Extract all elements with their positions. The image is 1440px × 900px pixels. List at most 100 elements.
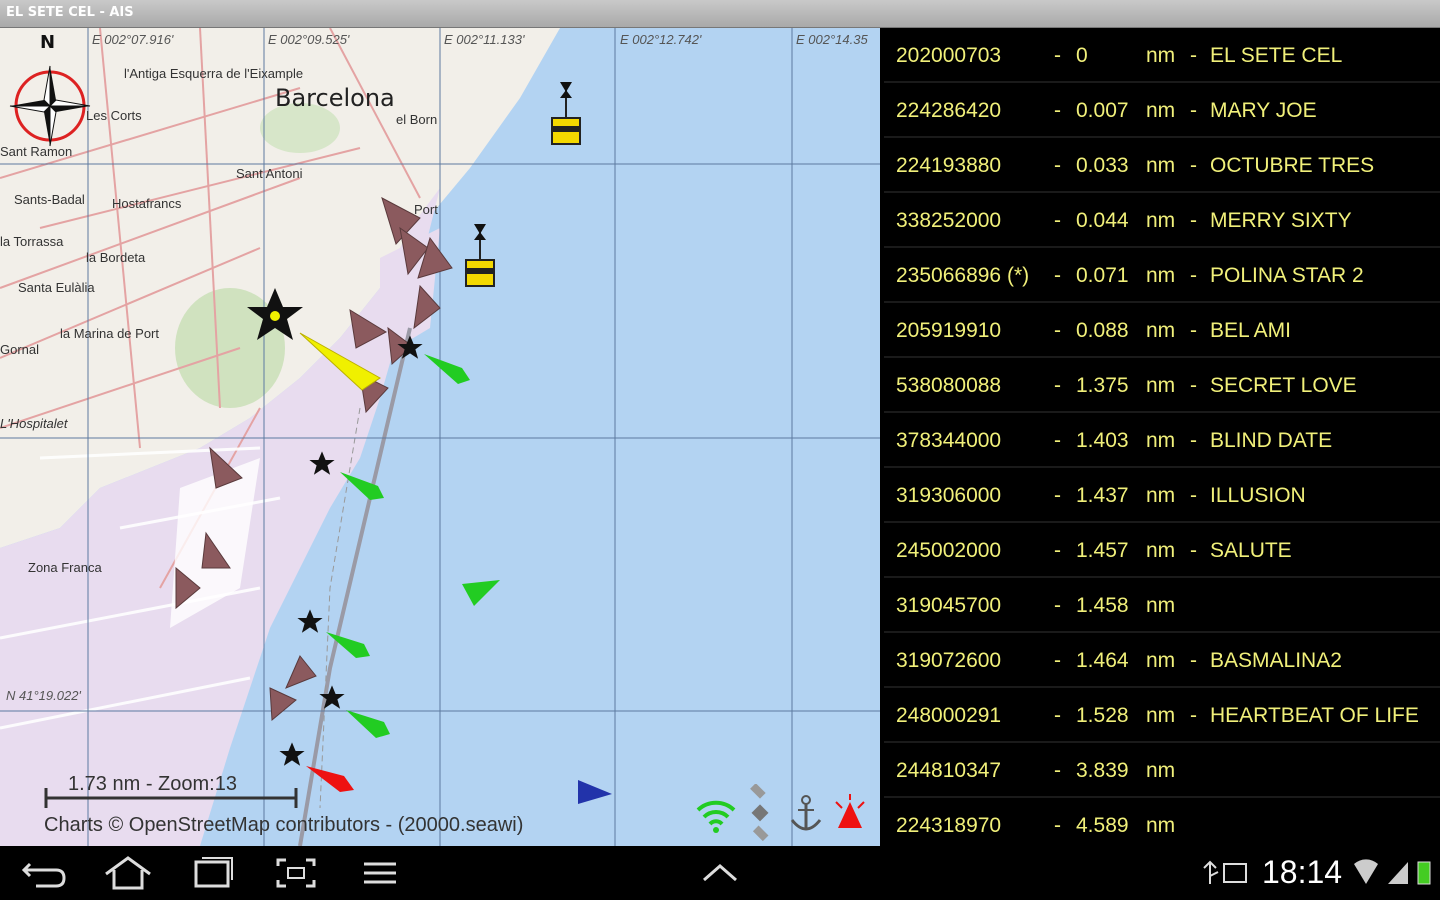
separator: - <box>1054 429 1061 452</box>
ais-target-row[interactable]: 248000291-1.528 nm - HEARTBEAT OF LIFE <box>884 688 1440 743</box>
mmsi-value: 248000291 <box>896 704 1002 727</box>
window-title: EL SETE CEL - AIS <box>0 0 1440 28</box>
ais-target-row[interactable]: 538080088-1.375 nm - SECRET LOVE <box>884 358 1440 413</box>
distance-unit: nm <box>1146 44 1176 67</box>
distance-unit: nm <box>1146 704 1176 727</box>
distance-value: 1.464 <box>1076 649 1129 672</box>
distance-unit: nm <box>1146 99 1176 122</box>
screenshot-icon[interactable] <box>268 854 324 892</box>
mmsi-value: 224318970 <box>896 814 1002 837</box>
distance-unit: nm <box>1146 814 1176 837</box>
place-label: la Bordeta <box>86 250 146 265</box>
anchor-icon[interactable] <box>790 795 822 831</box>
vessel-name: BASMALINA2 <box>1210 649 1342 672</box>
place-label: Sant Antoni <box>236 166 303 181</box>
separator: - <box>1054 649 1061 672</box>
ais-target-row[interactable]: 245002000-1.457 nm - SALUTE <box>884 523 1440 578</box>
distance-unit: nm <box>1146 594 1176 617</box>
place-label: Barcelona <box>275 84 395 112</box>
distance-value: 0.033 <box>1076 154 1129 177</box>
longitude-label: E 002°09.525' <box>268 32 350 47</box>
place-label: Zona Franca <box>28 560 102 575</box>
place-label: Santa Eulàlia <box>18 280 95 295</box>
vessel-name: EL SETE CEL <box>1210 44 1343 67</box>
usb-icon <box>1203 860 1247 884</box>
separator: - <box>1190 539 1197 562</box>
mmsi-value: 245002000 <box>896 539 1002 562</box>
ais-target-row[interactable]: 319306000-1.437 nm - ILLUSION <box>884 468 1440 523</box>
place-label: Gornal <box>0 342 40 357</box>
vessel-name: BLIND DATE <box>1210 429 1333 452</box>
signal-battery-icon <box>1354 859 1431 885</box>
satellite-icon[interactable] <box>750 784 769 842</box>
separator: - <box>1190 264 1197 287</box>
distance-unit: nm <box>1146 319 1176 342</box>
alarm-icon[interactable] <box>835 794 865 828</box>
back-icon[interactable] <box>16 854 72 892</box>
home-icon[interactable] <box>100 854 156 892</box>
ais-target-row[interactable]: 205919910-0.088 nm - BEL AMI <box>884 303 1440 358</box>
recent-apps-icon[interactable] <box>184 854 240 892</box>
distance-value: 1.375 <box>1076 374 1129 397</box>
vessel-name: POLINA STAR 2 <box>1210 264 1364 287</box>
ais-target-row[interactable]: 319045700 -1.458 nm <box>884 578 1440 633</box>
wifi-icon[interactable] <box>696 800 736 833</box>
mmsi-value: 235066896 (*) <box>896 264 1030 287</box>
place-label: Sant Ramon <box>0 144 73 159</box>
separator: - <box>1190 44 1197 67</box>
mmsi-value: 202000703 <box>896 44 1002 67</box>
ais-target-row[interactable]: 235066896 (*) -0.071 nm - POLINA STAR 2 <box>884 248 1440 303</box>
map-credits: Charts © OpenStreetMap contributors - (2… <box>44 814 524 836</box>
vessel-name: MARY JOE <box>1210 99 1317 122</box>
distance-value: 4.589 <box>1076 814 1129 837</box>
map-canvas <box>0 28 880 846</box>
distance-unit: nm <box>1146 539 1176 562</box>
map-toolbar <box>696 784 865 842</box>
distance-value: 0.071 <box>1076 264 1129 287</box>
mmsi-value: 338252000 <box>896 209 1002 232</box>
distance-value: 0.044 <box>1076 209 1129 232</box>
separator: - <box>1054 594 1061 617</box>
distance-value: 3.839 <box>1076 759 1129 782</box>
place-label: Les Corts <box>86 108 142 123</box>
ais-target-row[interactable]: 338252000-0.044 nm - MERRY SIXTY <box>884 193 1440 248</box>
ais-target-row[interactable]: 224193880-0.033 nm - OCTUBRE TRES <box>884 138 1440 193</box>
separator: - <box>1054 99 1061 122</box>
separator: - <box>1190 99 1197 122</box>
distance-unit: nm <box>1146 759 1176 782</box>
ais-target-row[interactable]: 224286420-0.007 nm - MARY JOE <box>884 83 1440 138</box>
distance-value: 1.437 <box>1076 484 1129 507</box>
distance-value: 1.458 <box>1076 594 1129 617</box>
distance-unit: nm <box>1146 154 1176 177</box>
separator: - <box>1054 374 1061 397</box>
ais-target-row[interactable]: 378344000-1.403 nm - BLIND DATE <box>884 413 1440 468</box>
longitude-label: E 002°14.35 <box>796 32 868 47</box>
menu-icon[interactable] <box>352 854 408 892</box>
ais-target-row[interactable]: 224318970 -4.589 nm <box>884 798 1440 846</box>
vessel-name: BEL AMI <box>1210 319 1291 342</box>
vessel-name: SECRET LOVE <box>1210 374 1357 397</box>
place-label: l'Antiga Esquerra de l'Eixample <box>124 66 304 81</box>
chart-map[interactable]: N Barcelona l'Antiga Esquerra de l'Eixam… <box>0 28 880 846</box>
ais-target-row[interactable]: 319072600-1.464 nm - BASMALINA2 <box>884 633 1440 688</box>
separator: - <box>1190 209 1197 232</box>
ais-target-row[interactable]: 244810347 -3.839 nm <box>884 743 1440 798</box>
separator: - <box>1054 484 1061 507</box>
vessel-name: OCTUBRE TRES <box>1210 154 1375 177</box>
system-navigation-bar: 18:14 <box>0 846 1440 900</box>
status-clock: 18:14 <box>1262 854 1343 890</box>
ais-target-list[interactable]: 202000703-0 nm - EL SETE CEL 224286420-0.007… <box>880 28 1440 846</box>
place-label: Hostafrancs <box>112 196 182 211</box>
separator: - <box>1190 319 1197 342</box>
separator: - <box>1054 539 1061 562</box>
distance-value: 0 <box>1076 44 1088 67</box>
chevron-up-icon[interactable] <box>692 854 748 892</box>
place-label: Port <box>414 202 438 217</box>
ais-target-row[interactable]: 202000703-0 nm - EL SETE CEL <box>884 28 1440 83</box>
distance-unit: nm <box>1146 264 1176 287</box>
mmsi-value: 244810347 <box>896 759 1002 782</box>
distance-value: 0.007 <box>1076 99 1129 122</box>
distance-value: 0.088 <box>1076 319 1129 342</box>
mmsi-value: 378344000 <box>896 429 1002 452</box>
scale-zoom-label: 1.73 nm - Zoom:13 <box>68 773 237 795</box>
